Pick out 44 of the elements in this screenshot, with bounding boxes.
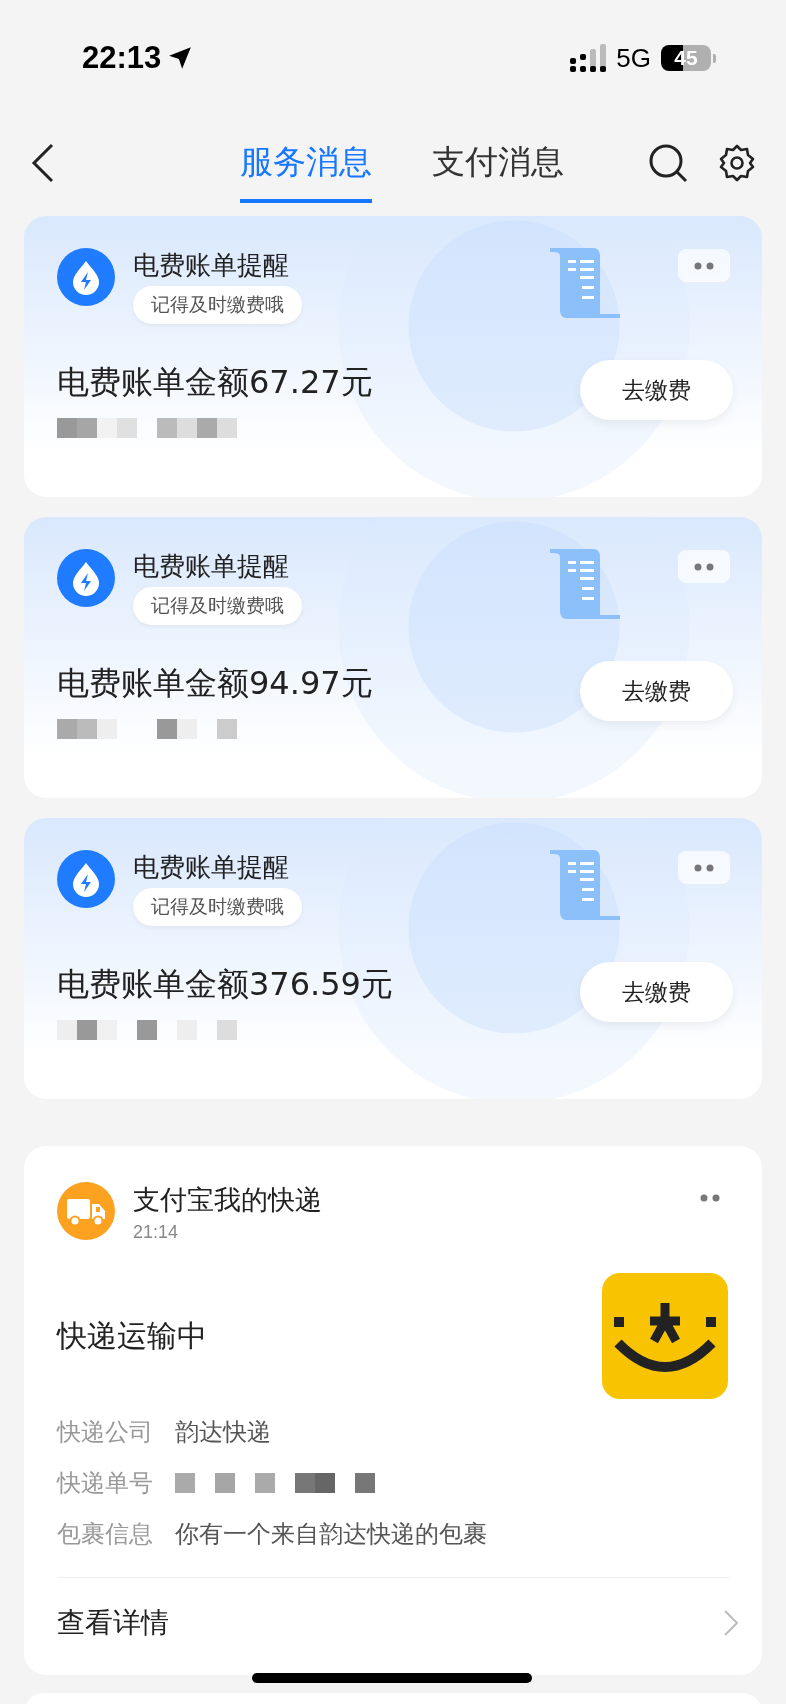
bill-amount: 电费账单金额94.97元 [57,663,373,704]
detail-label: 包裹信息 [57,1519,153,1550]
details-link[interactable]: 查看详情 [57,1578,739,1668]
message-time: 21:14 [133,1222,179,1243]
card-title: 支付宝我的快递 [133,1183,322,1217]
tab[interactable]: 服务消息 [240,123,372,203]
card-title: 电费账单提醒 [133,249,289,282]
more-icon [694,562,714,571]
more-icon [694,261,714,270]
pay-button[interactable]: 去缴费 [580,661,733,721]
pay-button[interactable]: 去缴费 [580,360,733,420]
lightning-drop-icon [57,549,115,607]
back-icon[interactable] [30,142,56,184]
detail-label: 快递公司 [57,1417,153,1448]
reminder-tag: 记得及时缴费哦 [133,888,302,926]
detail-value: 你有一个来自韵达快递的包裹 [175,1519,487,1550]
more-button[interactable] [700,1194,720,1202]
search-icon[interactable] [648,143,688,183]
clock-time: 22:13 [82,40,162,76]
signal-icon [570,44,607,72]
reminder-tag: 记得及时缴费哦 [133,587,302,625]
bill-amount: 电费账单金额67.27元 [57,362,373,403]
more-button[interactable] [678,249,730,282]
more-button[interactable] [678,851,730,884]
location-arrow-icon [167,45,194,71]
bill-amount: 电费账单金额376.59元 [57,964,393,1005]
lightning-drop-icon [57,248,115,306]
settings-icon[interactable] [718,144,756,182]
detail-label: 快递单号 [57,1468,153,1499]
more-button[interactable] [678,550,730,583]
detail-value: 韵达快递 [175,1417,271,1448]
pay-button[interactable]: 去缴费 [580,962,733,1022]
more-icon [700,1194,720,1202]
reminder-tag: 记得及时缴费哦 [133,286,302,324]
more-icon [694,863,714,872]
chevron-right-icon [723,1609,739,1637]
lightning-drop-icon [57,850,115,908]
card-title: 电费账单提醒 [133,851,289,884]
delivery-status: 快递运输中 [57,1316,207,1355]
card-title: 电费账单提醒 [133,550,289,583]
tab[interactable]: 支付消息 [432,123,564,203]
link-label: 查看详情 [57,1605,169,1641]
truck-icon [57,1182,115,1240]
network-label: 5G [616,42,651,74]
